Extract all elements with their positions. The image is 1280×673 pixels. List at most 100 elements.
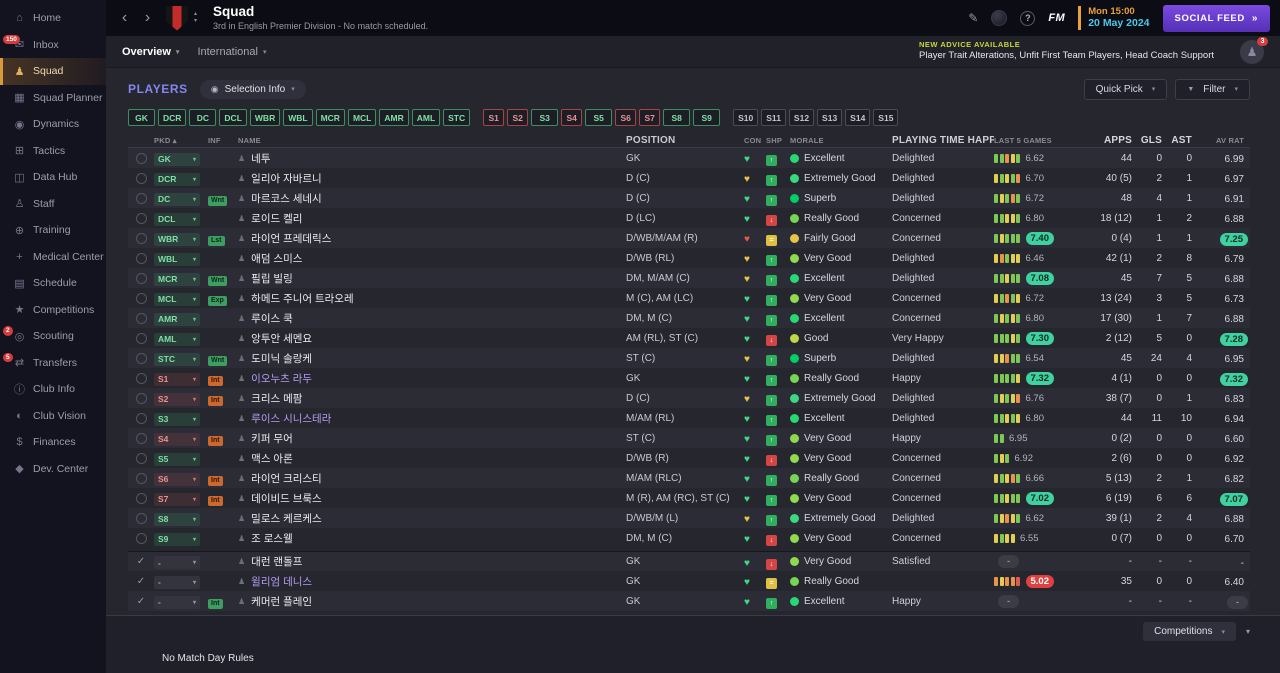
row-checkbox[interactable] bbox=[135, 432, 147, 444]
player-row[interactable]: ✓ - ▾ Int ♟ 케머런 플레인 GK ♥ ↑ Excellent Happy - - - - - bbox=[128, 591, 1250, 611]
row-checkbox[interactable] bbox=[135, 392, 147, 404]
sidebar-item-medical-center[interactable]: + Medical Center bbox=[0, 244, 106, 271]
player-row[interactable]: ✓ - ▾ ♟ 윌리엄 데니스 GK ♥ = Really Good 5.02 35 0 0 6.40 bbox=[128, 571, 1250, 591]
player-profile-icon[interactable]: ♟ bbox=[238, 194, 245, 203]
sidebar-item-schedule[interactable]: ▤ Schedule bbox=[0, 270, 106, 297]
player-name[interactable]: 조 로스웰 bbox=[251, 531, 293, 546]
position-filter-mcl[interactable]: MCL bbox=[347, 109, 377, 126]
player-name[interactable]: 네투 bbox=[251, 151, 270, 166]
row-check-icon[interactable]: ✓ bbox=[137, 596, 145, 607]
sidebar-item-competitions[interactable]: ★ Competitions bbox=[0, 297, 106, 324]
row-checkbox[interactable] bbox=[135, 212, 147, 224]
player-name[interactable]: 대런 랜돌프 bbox=[251, 554, 302, 569]
competitions-dropdown[interactable]: Competitions ▾ bbox=[1143, 622, 1236, 641]
column-header-inf[interactable]: INF bbox=[208, 136, 238, 145]
edit-icon[interactable]: ✎ bbox=[968, 11, 978, 25]
picked-position-badge[interactable]: STC ▾ bbox=[154, 352, 200, 366]
sidebar-item-training[interactable]: ⊕ Training bbox=[0, 217, 106, 244]
player-row[interactable]: AMR ▾ ♟ 루이스 쿡 DM, M (C) ♥ ↑ Excellent Concerned 6… bbox=[128, 308, 1250, 328]
sidebar-item-dev-center[interactable]: ◆ Dev. Center bbox=[0, 456, 106, 483]
player-row[interactable]: S2 ▾ Int ♟ 크리스 메팜 D (C) ♥ ↑ Extremely Good Deligh… bbox=[128, 388, 1250, 408]
player-profile-icon[interactable]: ♟ bbox=[238, 354, 245, 363]
picked-position-badge[interactable]: - ▾ bbox=[154, 556, 200, 569]
sidebar-item-finances[interactable]: $ Finances bbox=[0, 429, 106, 456]
player-profile-icon[interactable]: ♟ bbox=[238, 514, 245, 523]
picked-position-badge[interactable]: S5 ▾ bbox=[154, 452, 200, 466]
player-profile-icon[interactable]: ♟ bbox=[238, 414, 245, 423]
advice-panel[interactable]: NEW ADVICE AVAILABLE Player Trait Altera… bbox=[919, 40, 1214, 62]
position-filter-dcl[interactable]: DCL bbox=[219, 109, 247, 126]
sidebar-item-tactics[interactable]: ⊞ Tactics bbox=[0, 138, 106, 165]
player-profile-icon[interactable]: ♟ bbox=[238, 374, 245, 383]
sidebar-item-transfers[interactable]: ⇄ Transfers 5 bbox=[0, 350, 106, 377]
player-profile-icon[interactable]: ♟ bbox=[238, 214, 245, 223]
player-name[interactable]: 앙투안 세멘요 bbox=[251, 331, 312, 346]
sidebar-item-squad[interactable]: ♟ Squad bbox=[0, 58, 106, 85]
position-filter-amr[interactable]: AMR bbox=[379, 109, 409, 126]
player-row[interactable]: S8 ▾ ♟ 밀로스 케르케스 D/WB/M (L) ♥ ↑ Extremely Good De… bbox=[128, 508, 1250, 528]
picked-position-badge[interactable]: S8 ▾ bbox=[154, 512, 200, 526]
date-display[interactable]: Mon 15:00 20 May 2024 bbox=[1078, 6, 1150, 30]
picked-position-badge[interactable]: S1 ▾ bbox=[154, 372, 200, 386]
position-filter-stc[interactable]: STC bbox=[443, 109, 471, 126]
sidebar-item-home[interactable]: ⌂ Home bbox=[0, 5, 106, 32]
player-name[interactable]: 라이언 크리스티 bbox=[251, 471, 322, 486]
player-name[interactable]: 이오누츠 라두 bbox=[251, 371, 312, 386]
player-profile-icon[interactable]: ♟ bbox=[238, 254, 245, 263]
player-row[interactable]: S6 ▾ Int ♟ 라이언 크리스티 M/AM (RLC) ♥ ↑ Really Good Co… bbox=[128, 468, 1250, 488]
row-checkbox[interactable] bbox=[135, 312, 147, 324]
sidebar-item-squad-planner[interactable]: ▦ Squad Planner bbox=[0, 85, 106, 112]
position-filter-s11[interactable]: S11 bbox=[761, 109, 786, 126]
picked-position-badge[interactable]: AMR ▾ bbox=[154, 312, 200, 326]
player-row[interactable]: S4 ▾ Int ♟ 키퍼 무어 ST (C) ♥ ↑ Very Good Happy 6.95 0 … bbox=[128, 428, 1250, 448]
picked-position-badge[interactable]: S2 ▾ bbox=[154, 392, 200, 406]
picked-position-badge[interactable]: DCR ▾ bbox=[154, 172, 200, 186]
column-header-con[interactable]: CON bbox=[744, 136, 766, 145]
picked-position-badge[interactable]: - ▾ bbox=[154, 595, 200, 609]
position-filter-mcr[interactable]: MCR bbox=[315, 109, 345, 126]
player-profile-icon[interactable]: ♟ bbox=[238, 314, 245, 323]
position-filter-s4[interactable]: S4 bbox=[561, 109, 583, 126]
player-profile-icon[interactable]: ♟ bbox=[238, 494, 245, 503]
player-profile-icon[interactable]: ♟ bbox=[238, 294, 245, 303]
tab-overview[interactable]: Overview ▾ bbox=[122, 46, 179, 58]
player-name[interactable]: 라이언 프레데릭스 bbox=[251, 231, 331, 246]
player-row[interactable]: S7 ▾ Int ♟ 데이비드 브룩스 M (R), AM (RC), ST (C) ♥ ↑ V… bbox=[128, 488, 1250, 508]
position-filter-wbl[interactable]: WBL bbox=[283, 109, 313, 126]
player-name[interactable]: 하메드 주니어 트라오레 bbox=[251, 291, 353, 306]
picked-position-badge[interactable]: - ▾ bbox=[154, 575, 200, 589]
position-filter-s1[interactable]: S1 bbox=[483, 109, 505, 126]
position-filter-s10[interactable]: S10 bbox=[733, 109, 759, 126]
player-row[interactable]: DCR ▾ ♟ 일리아 자바르니 D (C) ♥ ↑ Extremely Good Deligh… bbox=[128, 168, 1250, 188]
player-profile-icon[interactable]: ♟ bbox=[238, 434, 245, 443]
position-filter-s6[interactable]: S6 bbox=[615, 109, 637, 126]
sidebar-item-data-hub[interactable]: ◫ Data Hub bbox=[0, 164, 106, 191]
position-filter-dc[interactable]: DC bbox=[189, 109, 217, 126]
sidebar-item-scouting[interactable]: ◎ Scouting 2 bbox=[0, 323, 106, 350]
sidebar-item-club-vision[interactable]: ◐ Club Vision bbox=[0, 403, 106, 430]
row-checkbox[interactable] bbox=[135, 472, 147, 484]
picked-position-badge[interactable]: WBR ▾ bbox=[154, 232, 200, 246]
player-name[interactable]: 도미닉 솔랑케 bbox=[251, 351, 312, 366]
player-name[interactable]: 데이비드 브룩스 bbox=[251, 491, 322, 506]
position-filter-s13[interactable]: S13 bbox=[817, 109, 843, 126]
column-header-pos[interactable]: POSITION bbox=[626, 135, 744, 146]
club-crest[interactable] bbox=[166, 5, 188, 31]
position-filter-gk[interactable]: GK bbox=[128, 109, 155, 126]
position-filter-s9[interactable]: S9 bbox=[693, 109, 721, 126]
player-row[interactable]: GK ▾ ♟ 네투 GK ♥ ↑ Excellent Delighted 6.62 44 0 0 6.99 bbox=[128, 148, 1250, 168]
advisor-avatar[interactable]: ♟ 3 bbox=[1240, 36, 1268, 64]
globe-icon[interactable] bbox=[991, 10, 1008, 26]
row-checkbox[interactable] bbox=[135, 232, 147, 244]
position-filter-aml[interactable]: AML bbox=[411, 109, 441, 126]
picked-position-badge[interactable]: S4 ▾ bbox=[154, 432, 200, 446]
picked-position-badge[interactable]: WBL ▾ bbox=[154, 252, 200, 266]
player-row[interactable]: DC ▾ Wnt ♟ 마르코스 세네시 D (C) ♥ ↑ Superb Delighted 6.7… bbox=[128, 188, 1250, 208]
column-header-morale[interactable]: MORALE bbox=[790, 136, 892, 145]
back-button[interactable]: ‹ bbox=[116, 10, 133, 26]
quick-pick-dropdown[interactable]: Quick Pick ▾ bbox=[1083, 78, 1168, 100]
row-checkbox[interactable] bbox=[135, 512, 147, 524]
row-checkbox[interactable] bbox=[135, 492, 147, 504]
player-name[interactable]: 밀로스 케르케스 bbox=[251, 511, 322, 526]
player-row[interactable]: AML ▾ ♟ 앙투안 세멘요 AM (RL), ST (C) ♥ ↓ Good Very Ha… bbox=[128, 328, 1250, 348]
